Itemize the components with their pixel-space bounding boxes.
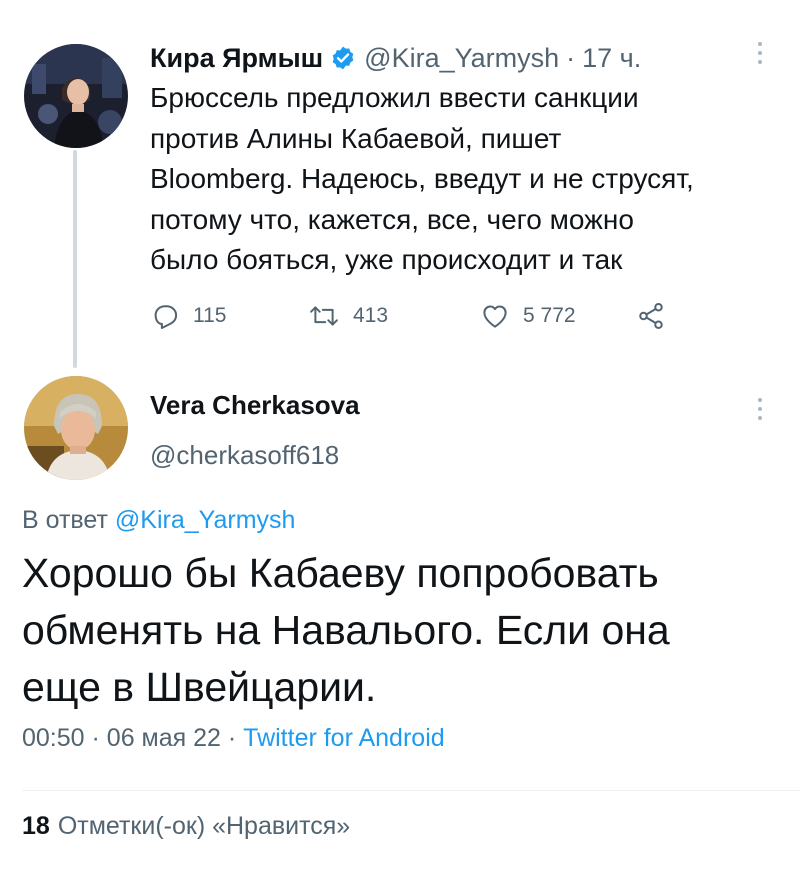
- avatar-vera-cherkasova[interactable]: [24, 376, 128, 480]
- parent-tweet-text-line: было бояться, уже происходит и так: [150, 244, 623, 275]
- reply-tweet-text-line: еще в Швейцарии.: [22, 664, 377, 710]
- tweet-time-ago[interactable]: 17 ч.: [582, 43, 641, 74]
- tweet-action-bar: 115 413 5 772: [150, 296, 710, 336]
- retweet-button[interactable]: 413: [308, 296, 388, 336]
- reply-tweet-text-line: обменять на Навалього. Если она: [22, 607, 670, 653]
- reply-tweet-text-line: Хорошо бы Кабаеву попробовать: [22, 550, 659, 596]
- tweet-time[interactable]: 00:50: [22, 724, 85, 752]
- parent-tweet-text-line: потому что, кажется, все, чего можно: [150, 203, 634, 235]
- heart-icon: [480, 301, 510, 331]
- like-button[interactable]: 5 772: [480, 296, 576, 336]
- tweet-date[interactable]: 06 мая 22: [107, 724, 221, 752]
- more-vertical-icon[interactable]: [755, 42, 765, 64]
- tweet-source-link[interactable]: Twitter for Android: [243, 724, 444, 752]
- likes-summary[interactable]: 18 Отметки(-ок) «Нравится»: [22, 812, 350, 841]
- avatar-kira-yarmysh[interactable]: [24, 44, 128, 148]
- reply-icon: [150, 301, 180, 331]
- more-vertical-icon[interactable]: [755, 398, 765, 420]
- author-name[interactable]: Кира Ярмыш: [150, 43, 323, 74]
- parent-tweet-text-line: против Алины Кабаевой, пишет: [150, 122, 562, 154]
- tweet-meta: 00:50 · 06 мая 22 · Twitter for Android: [22, 724, 445, 753]
- reply-tweet-text: Хорошо бы Кабаеву попробовать обменять н…: [22, 545, 782, 716]
- parent-tweet-text: Брюссель предложил ввести санкции против…: [150, 78, 770, 281]
- share-icon: [636, 301, 666, 331]
- reply-to-prefix: В ответ: [22, 506, 108, 534]
- thread-connector-line: [73, 150, 77, 368]
- likes-label: Отметки(-ок) «Нравится»: [57, 812, 351, 840]
- divider: [22, 790, 800, 791]
- retweet-icon: [308, 301, 340, 331]
- like-count: 5 772: [523, 304, 576, 327]
- reply-author-name[interactable]: Vera Cherkasova: [150, 390, 360, 421]
- header-separator: ·: [566, 42, 576, 73]
- author-handle[interactable]: @Kira_Yarmysh: [364, 43, 559, 74]
- reply-count: 115: [193, 304, 227, 327]
- reply-button[interactable]: 115: [150, 296, 226, 336]
- reply-to-line: В ответ @Kira_Yarmysh: [22, 506, 295, 535]
- retweet-count: 413: [353, 304, 389, 327]
- meta-separator: ·: [227, 724, 237, 752]
- reply-author-handle[interactable]: @cherkasoff618: [150, 440, 339, 471]
- parent-tweet-text-line: Bloomberg. Надеюсь, введут и не струсят,: [150, 163, 694, 194]
- parent-tweet-header: Кира Ярмыш @Kira_Yarmysh · 17 ч.: [150, 38, 641, 78]
- reply-to-mention-link[interactable]: @Kira_Yarmysh: [115, 506, 296, 534]
- share-button[interactable]: [636, 296, 666, 336]
- meta-separator: ·: [91, 724, 100, 752]
- verified-badge-icon: [330, 45, 356, 71]
- parent-tweet-text-line: Брюссель предложил ввести санкции: [150, 82, 639, 113]
- likes-count: 18: [22, 812, 50, 840]
